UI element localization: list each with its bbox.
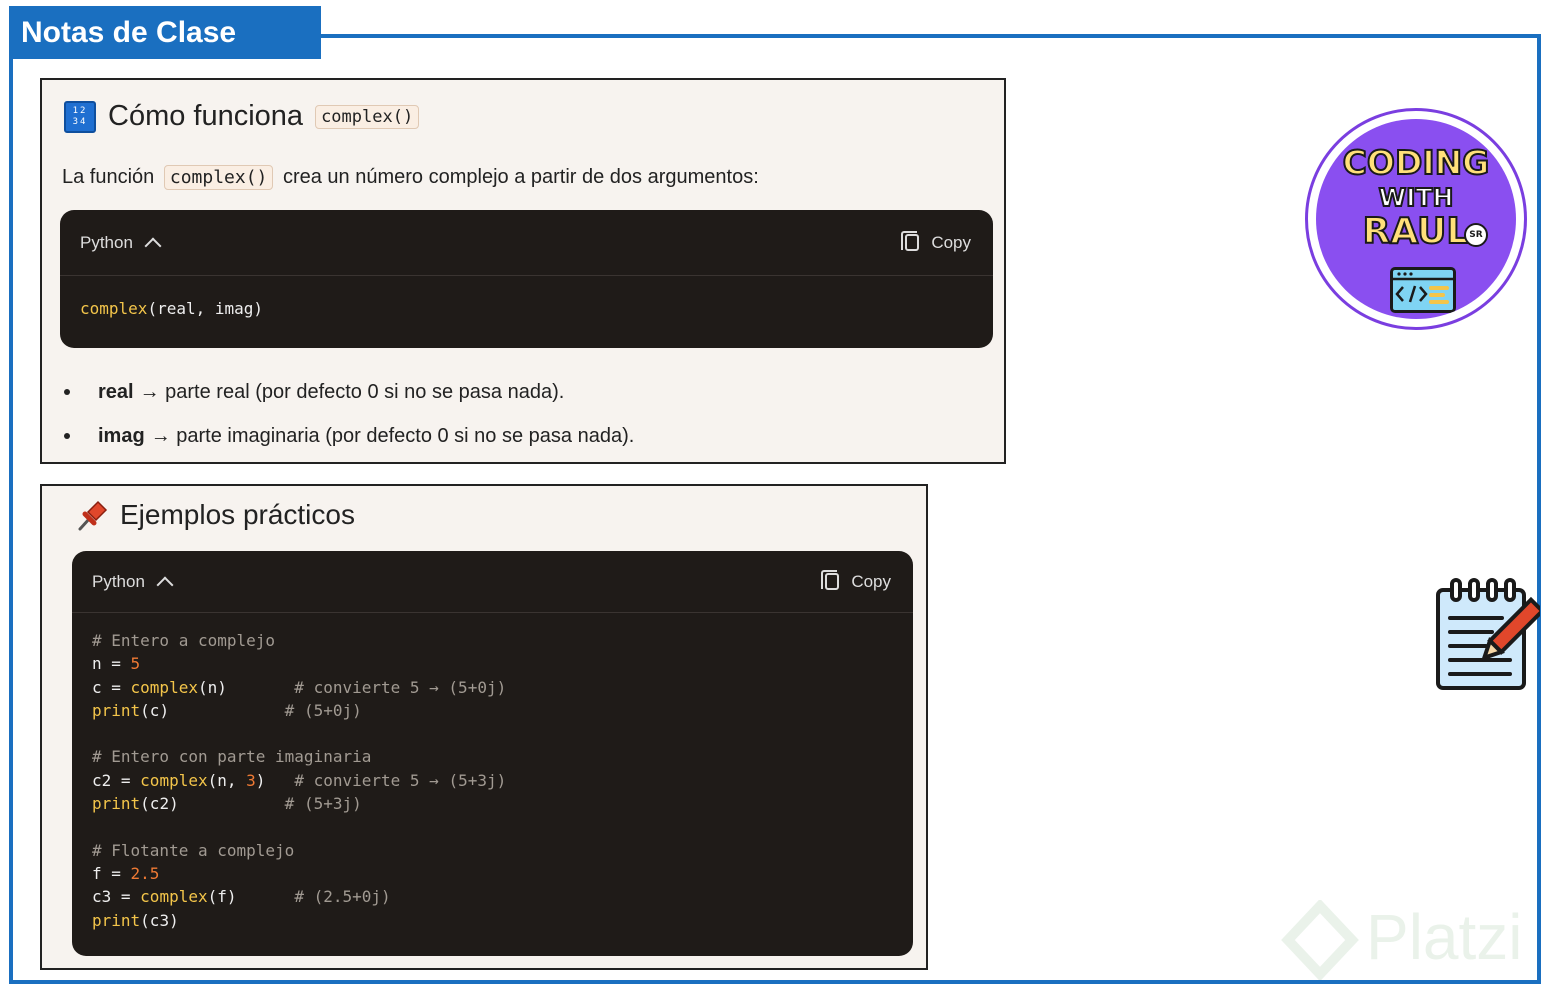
platzi-logo-icon xyxy=(1281,898,1359,982)
copy-label: Copy xyxy=(931,232,971,252)
copy-label: Copy xyxy=(851,571,891,591)
page-title: Notas de Clase xyxy=(9,6,321,59)
inline-code: complex() xyxy=(163,165,274,190)
coding-with-raul-logo: CODING WITH RAUL SR xyxy=(1305,108,1527,330)
section-title: Cómo funciona xyxy=(108,100,304,132)
copy-icon xyxy=(821,570,840,590)
section-title: Ejemplos prácticos xyxy=(120,499,355,530)
code-block: Python Copy # Entero a complejo n = 5 c … xyxy=(72,551,913,956)
list-item: imag → parte imaginaria (por defecto 0 si… xyxy=(64,414,634,458)
param-list: real → parte real (por defecto 0 si no se… xyxy=(64,370,634,458)
copy-icon xyxy=(901,231,920,251)
chevron-up-icon xyxy=(156,576,174,593)
numbers-icon: 12 34 xyxy=(64,100,96,133)
notepad-pencil-icon xyxy=(1436,578,1540,690)
description: La función complex() crea un número comp… xyxy=(62,165,759,190)
language-toggle[interactable]: Python xyxy=(80,232,162,254)
code-content: # Entero a complejo n = 5 c = complex(n)… xyxy=(92,631,507,930)
pushpin-icon xyxy=(78,500,108,531)
section-heading: Ejemplos prácticos xyxy=(76,498,355,532)
language-label: Python xyxy=(80,232,133,252)
copy-button[interactable]: Copy xyxy=(821,570,891,592)
section-heading: 12 34 Cómo funciona complex() xyxy=(64,100,420,133)
how-it-works-card: 12 34 Cómo funciona complex() La función … xyxy=(40,78,1006,464)
language-label: Python xyxy=(92,571,145,591)
code-block-header: Python Copy xyxy=(60,210,993,276)
examples-card: Ejemplos prácticos Python Copy # Entero … xyxy=(40,484,928,970)
language-toggle[interactable]: Python xyxy=(92,571,174,593)
code-block: Python Copy complex(real, imag) xyxy=(60,210,993,348)
code-block-header: Python Copy xyxy=(72,551,913,613)
list-item: real → parte real (por defecto 0 si no se… xyxy=(64,370,634,414)
platzi-watermark: Platzi xyxy=(1280,898,1540,982)
code-content: complex(real, imag) xyxy=(80,299,264,318)
chevron-up-icon xyxy=(144,237,162,254)
inline-code: complex() xyxy=(315,104,420,129)
code-window-icon xyxy=(1390,267,1456,313)
copy-button[interactable]: Copy xyxy=(901,231,971,253)
